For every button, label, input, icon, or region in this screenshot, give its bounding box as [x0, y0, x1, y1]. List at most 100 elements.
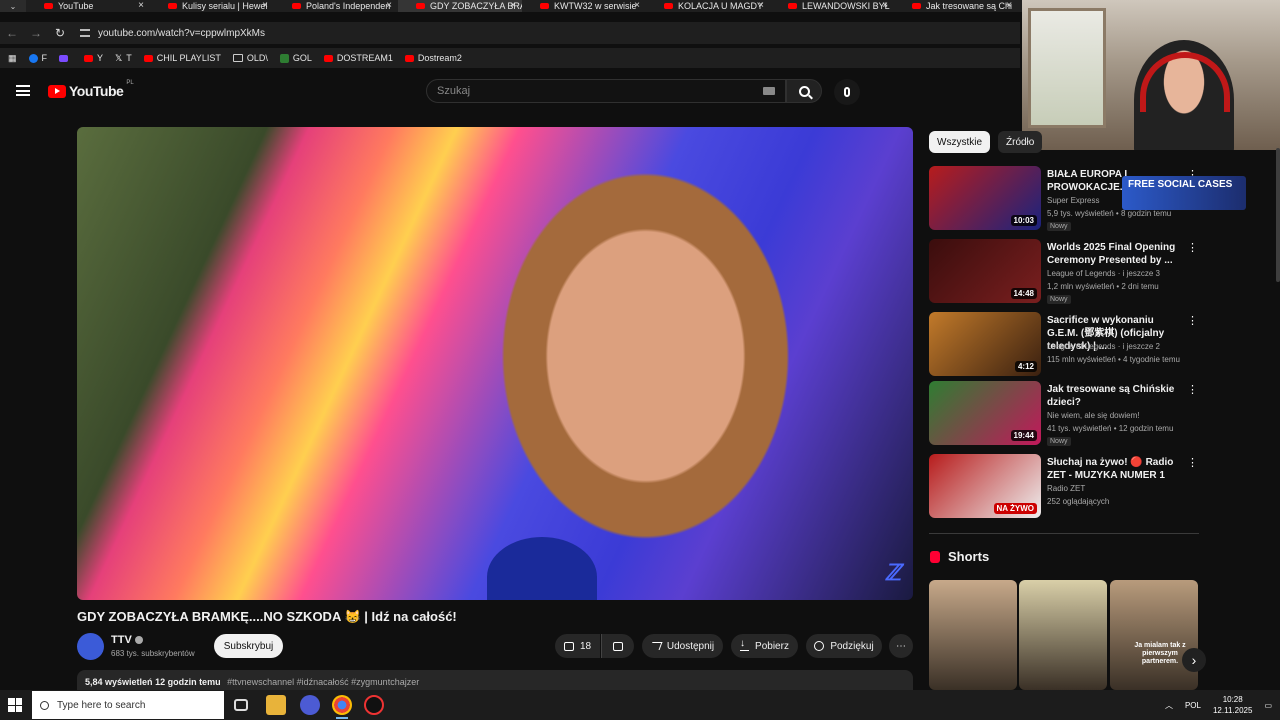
file-explorer-icon[interactable] — [266, 695, 286, 715]
scrollbar[interactable] — [1276, 148, 1280, 282]
url-text: youtube.com/watch?v=cppwlmpXkMs — [98, 27, 266, 39]
close-tab-icon[interactable]: × — [386, 0, 392, 11]
video-frame-subject — [497, 167, 827, 587]
video-thumbnail[interactable]: 10:03 — [929, 166, 1041, 230]
bookmark-item[interactable]: Y — [84, 53, 103, 63]
youtube-icon — [143, 54, 153, 62]
bookmark-item[interactable]: DOSTREAM1 — [323, 53, 393, 63]
youtube-logo[interactable]: YouTube PL — [48, 80, 134, 99]
channel-name[interactable]: League of Legends · i jeszcze 3 — [1047, 269, 1160, 278]
notifications-icon[interactable]: ▭ — [1264, 701, 1272, 710]
back-button[interactable]: ← — [0, 26, 24, 40]
browser-tab[interactable]: KWTW32 w serwisie × — [522, 0, 646, 12]
obs-icon[interactable] — [364, 695, 384, 715]
short-thumbnail[interactable] — [1019, 580, 1107, 690]
video-duration: 4:12 — [1014, 361, 1037, 372]
reload-button[interactable]: ↻ — [48, 26, 72, 40]
recommended-video[interactable]: 14:48 Worlds 2025 Final Opening Ceremony … — [929, 239, 1199, 304]
thanks-button[interactable]: Podziękuj — [806, 634, 882, 658]
bookmark-item[interactable]: GOL — [279, 53, 312, 63]
hashtags[interactable]: #ttvnewschannel #idźnacałość #zygmuntcha… — [227, 677, 419, 687]
tab-search-button[interactable]: ⌄ — [0, 0, 26, 12]
more-options-icon[interactable]: ⋮ — [1187, 314, 1198, 327]
start-button[interactable] — [8, 698, 22, 712]
task-view-icon[interactable] — [234, 699, 248, 711]
bookmark-item[interactable]: F — [28, 53, 47, 63]
close-tab-icon[interactable]: × — [138, 0, 144, 11]
shorts-next-button[interactable]: › — [1182, 648, 1206, 672]
discord-icon[interactable] — [300, 695, 320, 715]
share-button[interactable]: Udostępnij — [642, 634, 723, 658]
dislike-button[interactable] — [601, 634, 634, 658]
download-button[interactable]: Pobierz — [731, 634, 798, 658]
browser-tab[interactable]: Jak tresowane są Chi × — [894, 0, 1018, 12]
recommended-video[interactable]: NA ŻYWO Słuchaj na żywo! 🔴 Radio ZET - MU… — [929, 454, 1199, 518]
short-thumbnail[interactable] — [929, 580, 1017, 690]
video-player[interactable]: ℤ — [77, 127, 913, 600]
recommended-video[interactable]: 19:44 Jak tresowane są Chińskie dzieci? Ni… — [929, 381, 1199, 446]
verified-icon — [135, 636, 143, 644]
video-title[interactable]: Jak tresowane są Chińskie dzieci? — [1047, 383, 1181, 409]
language-indicator[interactable]: POL — [1185, 701, 1201, 710]
close-tab-icon[interactable]: × — [262, 0, 268, 11]
browser-tab[interactable]: YouTube × — [26, 0, 150, 12]
filter-chip[interactable]: Wszystkie — [929, 131, 990, 153]
search-button[interactable] — [786, 79, 822, 103]
youtube-favicon-icon — [912, 3, 921, 9]
channel-name[interactable]: Nie wiem, ale się dowiem! — [1047, 411, 1139, 420]
more-options-icon[interactable]: ⋮ — [1187, 383, 1198, 396]
youtube-header: YouTube PL Szukaj — [0, 73, 1020, 111]
more-options-icon[interactable]: ⋮ — [1187, 456, 1198, 469]
keyboard-icon[interactable] — [763, 87, 775, 95]
close-tab-icon[interactable]: × — [634, 0, 640, 11]
browser-tab[interactable]: Poland's Independen × — [274, 0, 398, 12]
browser-tab[interactable]: KOLACJA U MAGDY × — [646, 0, 770, 12]
video-title[interactable]: Słuchaj na żywo! 🔴 Radio ZET - MUZYKA NU… — [1047, 456, 1181, 482]
bookmark-item[interactable] — [59, 54, 72, 62]
video-thumbnail[interactable]: 19:44 — [929, 381, 1041, 445]
taskbar-search[interactable]: Type here to search — [32, 691, 224, 719]
channel-name[interactable]: League of Legends · i jeszcze 2 — [1047, 342, 1160, 351]
video-title[interactable]: Worlds 2025 Final Opening Ceremony Prese… — [1047, 241, 1181, 267]
close-tab-icon[interactable]: × — [510, 0, 516, 11]
youtube-favicon-icon — [788, 3, 797, 9]
channel-name[interactable]: Radio ZET — [1047, 484, 1085, 493]
browser-tab[interactable]: Kulisy serialu | Hewel × — [150, 0, 274, 12]
bookmark-item[interactable]: 𝕏T — [115, 53, 132, 64]
browser-tab[interactable]: LEWANDOWSKI BYŁ × — [770, 0, 894, 12]
more-actions-button[interactable]: ⋯ — [889, 634, 913, 658]
short-thumbnail[interactable]: Ja mialam tak z pierwszym partnerem. — [1110, 580, 1198, 690]
chrome-icon[interactable] — [332, 695, 352, 719]
site-info-icon[interactable] — [80, 29, 90, 37]
youtube-favicon-icon — [292, 3, 301, 9]
bookmark-item[interactable]: CHIL PLAYLIST — [143, 53, 221, 63]
filter-chip[interactable]: Źródło — [998, 131, 1043, 153]
close-tab-icon[interactable]: × — [758, 0, 764, 11]
clock[interactable]: 10:28 12.11.2025 — [1213, 694, 1252, 716]
subscribe-button[interactable]: Subskrybuj — [214, 634, 283, 658]
tray-expand-icon[interactable]: ︿ — [1165, 700, 1173, 711]
search-input[interactable]: Szukaj — [426, 79, 786, 103]
like-button[interactable]: 18 — [555, 634, 600, 658]
apps-grid-icon[interactable]: ▦ — [8, 53, 17, 64]
channel-watermark-icon[interactable]: ℤ — [885, 560, 901, 586]
forward-button[interactable]: → — [24, 26, 48, 40]
close-tab-icon[interactable]: × — [1006, 0, 1012, 11]
video-thumbnail[interactable]: 14:48 — [929, 239, 1041, 303]
tab-label: KWTW32 w serwisie — [554, 1, 637, 11]
more-options-icon[interactable]: ⋮ — [1187, 241, 1198, 254]
bookmark-label: DOSTREAM1 — [336, 53, 393, 63]
channel-name[interactable]: TTV — [111, 634, 132, 646]
bookmark-item[interactable]: Dostream2 — [404, 53, 462, 63]
url-field[interactable]: youtube.com/watch?v=cppwlmpXkMs — [80, 28, 265, 39]
close-tab-icon[interactable]: × — [882, 0, 888, 11]
video-thumbnail[interactable]: 4:12 — [929, 312, 1041, 376]
video-thumbnail[interactable]: NA ŻYWO — [929, 454, 1041, 518]
voice-search-button[interactable] — [834, 79, 860, 105]
channel-avatar[interactable] — [77, 633, 104, 660]
bookmark-item[interactable]: OLD\ — [232, 53, 268, 63]
channel-name[interactable]: Super Express — [1047, 196, 1099, 205]
menu-icon[interactable] — [16, 85, 30, 96]
recommended-video[interactable]: 4:12 Sacrifice w wykonaniu G.E.M. (鄧紫棋) (… — [929, 312, 1199, 376]
browser-tab[interactable]: GDY ZOBACZYŁA BRA × — [398, 0, 522, 12]
